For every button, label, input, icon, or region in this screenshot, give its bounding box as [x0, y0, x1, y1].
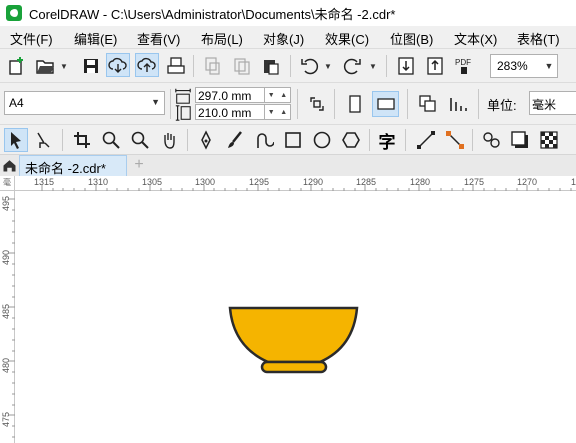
- ruler-h-label: 1295: [249, 177, 270, 187]
- menu-table[interactable]: 表格(T): [517, 29, 560, 48]
- ruler-h-label: 1300: [195, 177, 216, 187]
- ellipse-tool-icon[interactable]: [310, 128, 334, 152]
- rectangle-tool-icon[interactable]: [281, 128, 305, 152]
- menu-text[interactable]: 文本(X): [454, 29, 497, 48]
- ruler-h-label: 1265: [571, 177, 576, 187]
- zoom-dropdown-icon[interactable]: ▼: [541, 55, 557, 77]
- coreldraw-logo-icon: [6, 5, 22, 21]
- menu-bar: 文件(F) 编辑(E) 查看(V) 布局(L) 对象(J) 效果(C) 位图(B…: [0, 26, 576, 48]
- bezier-icon[interactable]: [252, 128, 276, 152]
- text-tool-icon[interactable]: 字: [375, 128, 399, 152]
- import-icon[interactable]: [394, 54, 418, 78]
- portrait-icon[interactable]: [343, 92, 367, 116]
- page-height-input[interactable]: 210.0 mm: [195, 104, 265, 120]
- document-tab[interactable]: 未命名 -2.cdr*: [19, 155, 127, 176]
- document-tab-bar: 未命名 -2.cdr* +: [0, 154, 576, 176]
- menu-layout[interactable]: 布局(L): [201, 29, 243, 48]
- units-label: 单位:: [487, 98, 517, 113]
- menu-effects[interactable]: 效果(C): [325, 29, 369, 48]
- undo-icon[interactable]: [297, 54, 321, 78]
- line-tool-icon[interactable]: [414, 128, 438, 152]
- ruler-v-label: 475: [1, 411, 11, 427]
- zoom-out-icon[interactable]: [128, 128, 152, 152]
- standard-toolbar: ▼ ▼ ▼ PDF 283% ▼: [0, 48, 576, 82]
- ruler-h-label: 1305: [142, 177, 163, 187]
- cut-icon[interactable]: [200, 54, 224, 78]
- print-icon[interactable]: [164, 54, 188, 78]
- redo-icon[interactable]: [341, 54, 365, 78]
- publish-pdf-icon[interactable]: PDF: [452, 54, 476, 78]
- polygon-tool-icon[interactable]: [339, 128, 363, 152]
- new-document-icon[interactable]: [5, 54, 29, 78]
- cloud-upload-icon[interactable]: [135, 53, 159, 77]
- pen-tool-icon[interactable]: [194, 128, 218, 152]
- page-size-value: A4: [9, 96, 24, 110]
- home-icon[interactable]: [0, 155, 18, 176]
- drawing-canvas[interactable]: [15, 191, 576, 443]
- bowl-drawing[interactable]: [15, 191, 576, 443]
- blend-tool-icon[interactable]: [480, 128, 504, 152]
- crop-tool-icon[interactable]: [70, 128, 94, 152]
- ruler-v-label: 490: [1, 249, 11, 265]
- page-size-dropdown-icon: ▼: [151, 97, 160, 107]
- connector-icon[interactable]: [443, 128, 467, 152]
- paste-icon[interactable]: [259, 54, 283, 78]
- shadow-tool-icon[interactable]: [508, 128, 532, 152]
- ruler-v-label: 480: [1, 357, 11, 373]
- redo-dropdown-icon[interactable]: ▼: [369, 62, 377, 71]
- bowl-body[interactable]: [228, 306, 359, 364]
- page-height-stepper[interactable]: ▼ ▲: [265, 104, 291, 120]
- undo-dropdown-icon[interactable]: ▼: [324, 62, 332, 71]
- transparency-tool-icon[interactable]: [537, 128, 561, 152]
- cloud-download-icon[interactable]: [106, 53, 130, 77]
- vertical-ruler[interactable]: 495 490 485 480 475: [0, 191, 15, 443]
- ruler-h-label: 1315: [34, 177, 55, 187]
- ruler-v-label: 495: [1, 195, 11, 211]
- artistic-media-icon[interactable]: [223, 128, 247, 152]
- units-select[interactable]: 毫米: [529, 91, 576, 115]
- property-bar: A4 ▼ 297.0 mm ▼ ▲ 210.0 mm ▼ ▲ 单位: 毫米: [0, 82, 576, 124]
- ruler-corner[interactable]: 毫: [0, 176, 15, 191]
- open-dropdown-icon[interactable]: ▼: [60, 62, 68, 71]
- page-height-icon: [174, 104, 192, 122]
- pdf-label: PDF: [455, 58, 471, 67]
- title-bar: CorelDRAW - C:\Users\Administrator\Docum…: [0, 0, 576, 26]
- ruler-h-label: 1280: [410, 177, 431, 187]
- pick-tool-icon[interactable]: [4, 128, 28, 152]
- open-folder-icon[interactable]: [33, 54, 57, 78]
- ruler-h-label: 1290: [303, 177, 324, 187]
- ruler-h-label: 1310: [88, 177, 109, 187]
- add-document-tab-button[interactable]: +: [129, 155, 149, 176]
- ruler-h-label: 1285: [356, 177, 377, 187]
- ruler-v-label: 485: [1, 303, 11, 319]
- page-width-stepper[interactable]: ▼ ▲: [265, 87, 291, 103]
- pan-tool-icon[interactable]: [157, 128, 181, 152]
- bowl-foot[interactable]: [260, 360, 328, 374]
- menu-edit[interactable]: 编辑(E): [74, 29, 117, 48]
- page-size-select[interactable]: A4 ▼: [4, 91, 165, 115]
- copy-icon[interactable]: [230, 54, 254, 78]
- current-page-icon[interactable]: [446, 92, 470, 116]
- horizontal-ruler[interactable]: 1315 1310 1305 1300 1295 1290 1285 1280 …: [15, 176, 576, 191]
- page-width-input[interactable]: 297.0 mm: [195, 87, 265, 103]
- menu-view[interactable]: 查看(V): [137, 29, 180, 48]
- ruler-h-label: 1275: [464, 177, 485, 187]
- landscape-icon[interactable]: [372, 91, 399, 117]
- window-title: CorelDRAW - C:\Users\Administrator\Docum…: [29, 6, 396, 22]
- zoom-tool-icon[interactable]: [99, 128, 123, 152]
- toolbox: 字: [0, 124, 576, 154]
- all-pages-icon[interactable]: [416, 92, 440, 116]
- menu-file[interactable]: 文件(F): [10, 29, 53, 48]
- menu-object[interactable]: 对象(J): [263, 29, 304, 48]
- export-icon[interactable]: [423, 54, 447, 78]
- save-icon[interactable]: [79, 54, 103, 78]
- menu-bitmaps[interactable]: 位图(B): [390, 29, 433, 48]
- ruler-h-label: 1270: [517, 177, 538, 187]
- shape-tool-icon[interactable]: [31, 128, 55, 152]
- scale-content-icon[interactable]: [305, 92, 329, 116]
